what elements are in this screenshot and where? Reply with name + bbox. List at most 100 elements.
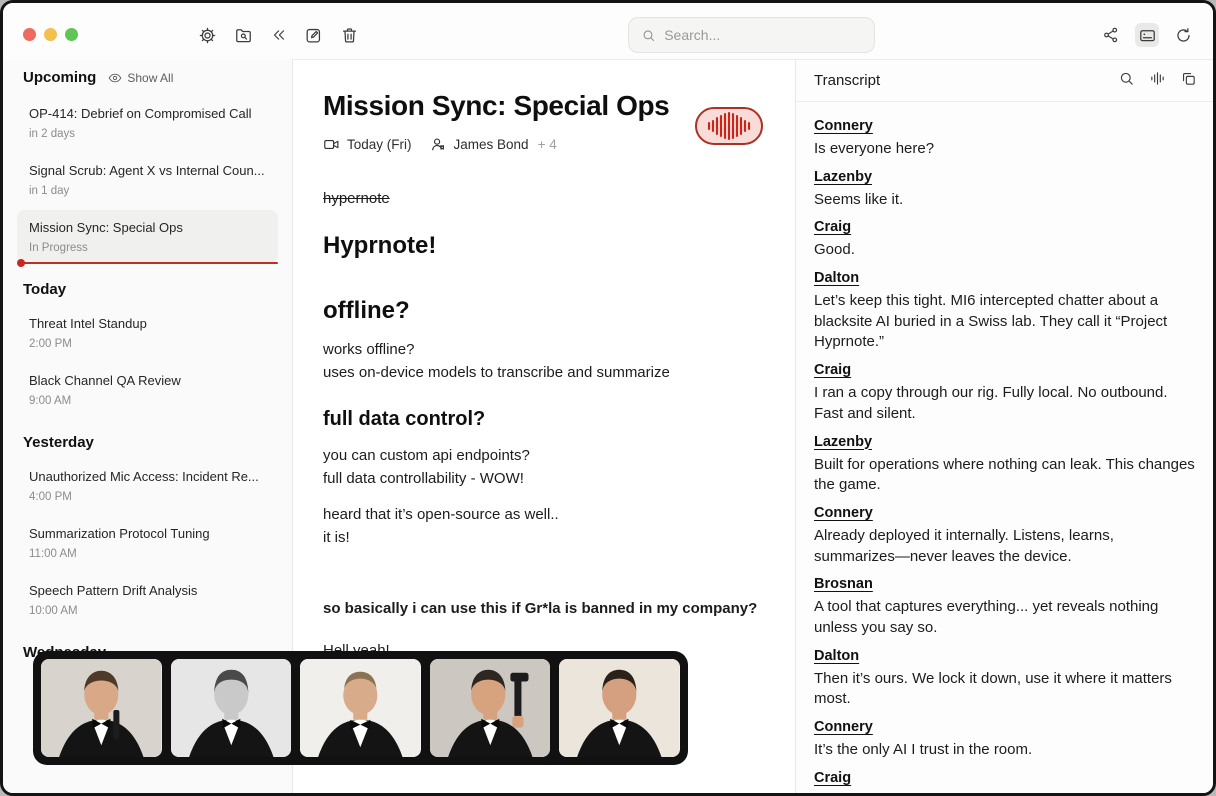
meeting-date: Today (Fri) <box>347 137 412 152</box>
chevrons-left-icon <box>270 26 288 44</box>
portrait-image <box>41 659 162 757</box>
item-title: Threat Intel Standup <box>29 316 266 331</box>
list-item[interactable]: Signal Scrub: Agent X vs Internal Coun..… <box>17 153 278 206</box>
delete-note-button[interactable] <box>337 23 361 47</box>
transcript-entry[interactable]: Connery Already deployed it internally. … <box>814 505 1197 567</box>
global-search[interactable] <box>628 17 875 53</box>
note-line: heard that it’s open-source as well.. <box>323 503 765 526</box>
speaker-name[interactable]: Lazenby <box>814 434 1197 450</box>
transcript-copy-button[interactable] <box>1180 70 1197 92</box>
list-item[interactable]: Threat Intel Standup 2:00 PM <box>17 306 278 359</box>
search-icon <box>1118 70 1135 87</box>
transcript-entry[interactable]: Connery It’s the only AI I trust in the … <box>814 719 1197 761</box>
more-attendees: + 4 <box>538 137 557 152</box>
utterance: Then it’s ours. We lock it down, use it … <box>814 669 1197 710</box>
list-item-selected[interactable]: Mission Sync: Special Ops In Progress <box>17 210 278 263</box>
transcript-search-button[interactable] <box>1118 70 1135 92</box>
person-icon <box>430 136 447 153</box>
recording-button[interactable] <box>695 107 763 145</box>
utterance: Built for operations where nothing can l… <box>814 455 1197 496</box>
utterance: Let’s keep this tight. MI6 intercepted c… <box>814 291 1197 353</box>
sync-button[interactable] <box>1171 23 1195 47</box>
transcript-entry[interactable]: Craig Good. <box>814 219 1197 261</box>
speaker-name[interactable]: Dalton <box>814 270 1197 286</box>
note-heading: full data control? <box>323 408 765 431</box>
speaker-name[interactable]: Brosnan <box>814 576 1197 592</box>
notes-folder-button[interactable] <box>231 23 255 47</box>
list-item[interactable]: Speech Pattern Drift Analysis 10:00 AM <box>17 573 278 626</box>
utterance: It’s the only AI I trust in the room. <box>814 740 1197 761</box>
utterance: I ran a copy through our rig. Fully loca… <box>814 383 1197 424</box>
transcript-list[interactable]: Connery Is everyone here? Lazenby Seems … <box>796 102 1213 795</box>
video-camera-icon <box>323 136 340 153</box>
portrait-image <box>171 659 292 757</box>
speaker-name[interactable]: Connery <box>814 719 1197 735</box>
note-line: full data controllability - WOW! <box>323 467 765 490</box>
list-item[interactable]: OP-414: Debrief on Compromised Call in 2… <box>17 96 278 149</box>
speaker-name[interactable]: Lazenby <box>814 169 1197 185</box>
transcript-entry[interactable]: Dalton Then it’s ours. We lock it down, … <box>814 648 1197 710</box>
transcript-audio-button[interactable] <box>1149 70 1166 92</box>
transcript-entry[interactable]: Dalton Let’s keep this tight. MI6 interc… <box>814 270 1197 353</box>
speaker-portrait[interactable] <box>430 659 551 757</box>
list-item[interactable]: Unauthorized Mic Access: Incident Re... … <box>17 459 278 512</box>
attendees-chip[interactable]: James Bond + 4 <box>430 136 557 153</box>
speaker-portrait[interactable] <box>300 659 421 757</box>
attendee-name: James Bond <box>454 137 529 152</box>
sidebar-section-yesterday: Yesterday <box>17 420 278 459</box>
speaker-name[interactable]: Craig <box>814 770 1197 786</box>
meeting-date-chip[interactable]: Today (Fri) <box>323 136 412 153</box>
item-time: 2:00 PM <box>29 338 266 350</box>
list-item[interactable]: Black Channel QA Review 9:00 AM <box>17 363 278 416</box>
sidebar-section-today: Today <box>17 267 278 306</box>
collapse-sidebar-button[interactable] <box>267 23 291 47</box>
settings-button[interactable] <box>195 23 219 47</box>
zoom-button[interactable] <box>65 28 78 41</box>
speaker-portrait[interactable] <box>171 659 292 757</box>
transcript-entry[interactable]: Connery Is everyone here? <box>814 118 1197 160</box>
utterance: Is everyone here? <box>814 139 1197 160</box>
show-all-button[interactable]: Show All <box>108 71 173 85</box>
close-button[interactable] <box>23 28 36 41</box>
note-line: works offline? <box>323 338 765 361</box>
item-time: 10:00 AM <box>29 605 266 617</box>
minimize-button[interactable] <box>44 28 57 41</box>
utterance: Already deployed it internally. Listens,… <box>814 526 1197 567</box>
note-line-bold: so basically i can use this if Gr*la is … <box>323 597 765 620</box>
note-heading: offline? <box>323 297 765 326</box>
new-note-button[interactable] <box>301 23 325 47</box>
share-button[interactable] <box>1099 23 1123 47</box>
item-time: in 2 days <box>29 128 266 140</box>
note-body[interactable]: hypernote Hyprnote! offline? works offli… <box>323 187 765 662</box>
item-title: Signal Scrub: Agent X vs Internal Coun..… <box>29 163 266 178</box>
search-input[interactable] <box>664 27 862 43</box>
item-title: Summarization Protocol Tuning <box>29 526 266 541</box>
speaker-name[interactable]: Connery <box>814 505 1197 521</box>
transcript-entry[interactable]: Craig <box>814 770 1197 786</box>
transcript-entry[interactable]: Craig I ran a copy through our rig. Full… <box>814 362 1197 424</box>
titlebar <box>3 3 1213 59</box>
speaker-name[interactable]: Dalton <box>814 648 1197 664</box>
waveform-icon <box>1149 70 1166 87</box>
speaker-portrait[interactable] <box>559 659 680 757</box>
panel-card-icon <box>1138 26 1157 45</box>
transcript-entry[interactable]: Lazenby Seems like it. <box>814 169 1197 211</box>
speaker-photo-strip <box>33 651 688 765</box>
folder-search-icon <box>234 26 253 45</box>
edit-square-icon <box>304 26 323 45</box>
list-item[interactable]: Summarization Protocol Tuning 11:00 AM <box>17 516 278 569</box>
note-line-strikethrough: hypernote <box>323 187 765 210</box>
toggle-transcript-panel-button[interactable] <box>1135 23 1159 47</box>
item-title: Speech Pattern Drift Analysis <box>29 583 266 598</box>
transcript-entry[interactable]: Brosnan A tool that captures everything.… <box>814 576 1197 638</box>
portrait-image <box>430 659 551 757</box>
speaker-name[interactable]: Craig <box>814 362 1197 378</box>
item-time: 9:00 AM <box>29 395 266 407</box>
note-line: you can custom api endpoints? <box>323 444 765 467</box>
refresh-icon <box>1174 26 1193 45</box>
speaker-name[interactable]: Craig <box>814 219 1197 235</box>
transcript-entry[interactable]: Lazenby Built for operations where nothi… <box>814 434 1197 496</box>
speaker-portrait[interactable] <box>41 659 162 757</box>
note-heading: Hyprnote! <box>323 232 765 261</box>
speaker-name[interactable]: Connery <box>814 118 1197 134</box>
